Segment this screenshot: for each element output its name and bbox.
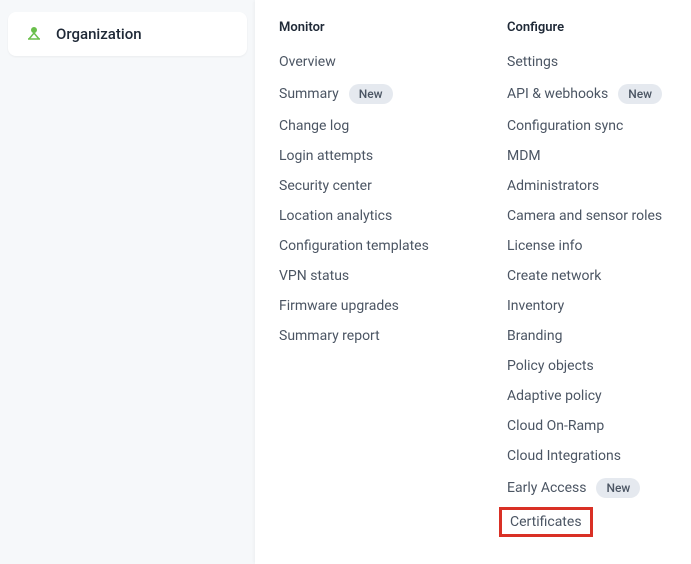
- sidebar: Organization: [0, 0, 255, 564]
- configure-item-camera-and-sensor-roles[interactable]: Camera and sensor roles: [507, 201, 667, 231]
- configure-item-inventory[interactable]: Inventory: [507, 291, 667, 321]
- menu-item-label: Configuration sync: [507, 118, 623, 134]
- menu-item-label: Inventory: [507, 298, 564, 314]
- menu-item-label: Early Access: [507, 480, 586, 496]
- configure-item-certificates[interactable]: Certificates: [499, 507, 593, 537]
- configure-item-early-access[interactable]: Early Access New: [507, 471, 667, 505]
- menu-item-label: Camera and sensor roles: [507, 208, 662, 224]
- menu-item-label: Cloud Integrations: [507, 448, 621, 464]
- menu-item-label: Firmware upgrades: [279, 298, 399, 314]
- menu-item-label: Create network: [507, 268, 601, 284]
- monitor-item-security-center[interactable]: Security center: [279, 171, 459, 201]
- monitor-item-configuration-templates[interactable]: Configuration templates: [279, 231, 459, 261]
- configure-item-license-info[interactable]: License info: [507, 231, 667, 261]
- monitor-item-login-attempts[interactable]: Login attempts: [279, 141, 459, 171]
- monitor-item-change-log[interactable]: Change log: [279, 111, 459, 141]
- new-badge: New: [596, 478, 640, 498]
- monitor-item-overview[interactable]: Overview: [279, 47, 459, 77]
- configure-item-api-webhooks[interactable]: API & webhooks New: [507, 77, 667, 111]
- monitor-item-summary-report[interactable]: Summary report: [279, 321, 459, 351]
- monitor-item-firmware-upgrades[interactable]: Firmware upgrades: [279, 291, 459, 321]
- menu-item-label: License info: [507, 238, 583, 254]
- configure-item-cloud-integrations[interactable]: Cloud Integrations: [507, 441, 667, 471]
- configure-item-mdm[interactable]: MDM: [507, 141, 667, 171]
- new-badge: New: [349, 84, 393, 104]
- configure-item-configuration-sync[interactable]: Configuration sync: [507, 111, 667, 141]
- menu-item-label: Change log: [279, 118, 349, 134]
- configure-item-branding[interactable]: Branding: [507, 321, 667, 351]
- menu-item-label: Cloud On-Ramp: [507, 418, 604, 434]
- configure-item-cloud-on-ramp[interactable]: Cloud On-Ramp: [507, 411, 667, 441]
- sidebar-item-organization[interactable]: Organization: [8, 12, 247, 56]
- menu-item-label: MDM: [507, 148, 541, 164]
- menu-item-label: Security center: [279, 178, 372, 194]
- monitor-column: Monitor Overview Summary NewChange log Logi…: [279, 20, 459, 544]
- menu-item-label: VPN status: [279, 268, 349, 284]
- menu-item-label: Branding: [507, 328, 562, 344]
- main-container: Organization Monitor OverviewSummaryNewC…: [0, 0, 691, 564]
- monitor-header: Monitor: [279, 20, 459, 35]
- monitor-item-location-analytics[interactable]: Location analytics: [279, 201, 459, 231]
- menu-item-label: API & webhooks: [507, 86, 608, 102]
- configure-column: Configure Settings API & webhooks New Confi…: [507, 20, 667, 544]
- dropdown-panel: Monitor OverviewSummaryNewChange logLogi…: [255, 0, 691, 564]
- organization-icon: [24, 24, 44, 44]
- menu-item-label: Summary report: [279, 328, 380, 344]
- configure-item-settings[interactable]: Settings: [507, 47, 667, 77]
- sidebar-item-label: Organization: [56, 25, 142, 43]
- menu-item-label: Settings: [507, 54, 558, 70]
- menu-item-label: Location analytics: [279, 208, 392, 224]
- configure-item-policy-objects[interactable]: Policy objects: [507, 351, 667, 381]
- menu-item-label: Configuration templates: [279, 238, 429, 254]
- menu-item-label: Login attempts: [279, 148, 373, 164]
- monitor-item-vpn-status[interactable]: VPN status: [279, 261, 459, 291]
- menu-item-label: Policy objects: [507, 358, 594, 374]
- configure-item-create-network[interactable]: Create network: [507, 261, 667, 291]
- menu-item-label: Overview: [279, 54, 336, 70]
- configure-item-adaptive-policy[interactable]: Adaptive policy: [507, 381, 667, 411]
- menu-item-label: Adaptive policy: [507, 388, 602, 404]
- new-badge: New: [618, 84, 662, 104]
- menu-item-label: Certificates: [510, 514, 582, 530]
- configure-item-administrators[interactable]: Administrators: [507, 171, 667, 201]
- configure-header: Configure: [507, 20, 667, 35]
- menu-item-label: Summary: [279, 86, 339, 102]
- menu-item-label: Administrators: [507, 178, 599, 194]
- monitor-item-summary[interactable]: Summary New: [279, 77, 459, 111]
